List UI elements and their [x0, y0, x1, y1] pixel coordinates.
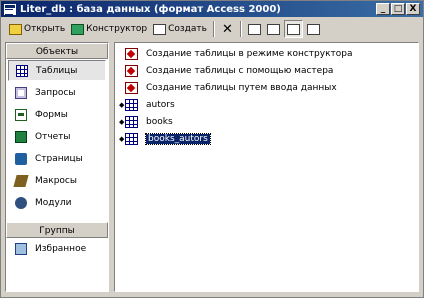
- sidebar-item-label: Отчеты: [35, 132, 71, 142]
- toolbar-separator: [239, 21, 242, 37]
- page-icon: [15, 153, 27, 165]
- list-item-label: autors: [146, 99, 175, 110]
- objects-bar: Объекты Таблицы Запросы Формы Отчеты Стр…: [5, 42, 109, 292]
- sidebar-item-forms[interactable]: Формы: [6, 104, 108, 126]
- delete-button[interactable]: ✕: [219, 20, 236, 38]
- sidebar-item-label: Модули: [35, 198, 72, 208]
- database-icon[interactable]: [3, 2, 17, 16]
- shortcut-arrow-icon: ◆: [119, 100, 125, 109]
- small-icons-view-button[interactable]: [265, 20, 282, 38]
- minimize-button[interactable]: _: [376, 3, 390, 15]
- module-icon: [15, 197, 27, 209]
- details-view-button[interactable]: [305, 20, 322, 38]
- table-icon: [125, 115, 138, 128]
- create-label: Создать: [168, 24, 207, 34]
- sidebar-item-label: Макросы: [35, 176, 77, 186]
- sidebar-item-label: Таблицы: [36, 65, 78, 76]
- report-icon: [15, 131, 27, 143]
- list-item[interactable]: ◆ books_autors: [115, 130, 418, 147]
- objects-header[interactable]: Объекты: [6, 43, 108, 59]
- table-icon: [125, 98, 138, 111]
- large-icons-view-button[interactable]: [246, 20, 263, 38]
- shortcut-arrow-icon: ◆: [119, 134, 125, 143]
- design-label: Конструктор: [86, 24, 148, 34]
- design-button[interactable]: Конструктор: [69, 20, 149, 38]
- wizard-icon: [125, 81, 138, 94]
- toolbar-separator: [212, 21, 215, 37]
- list-view-icon: [286, 23, 300, 35]
- small-icons-view-icon: [266, 23, 280, 35]
- sidebar-item-modules[interactable]: Модули: [6, 192, 108, 214]
- list-item[interactable]: ◆ autors: [115, 96, 418, 113]
- query-icon: [15, 87, 27, 99]
- table-icon: [125, 132, 138, 145]
- list-item[interactable]: ◆ books: [115, 113, 418, 130]
- sidebar-item-favorites[interactable]: Избранное: [6, 238, 108, 260]
- open-label: Открыть: [24, 24, 66, 34]
- database-body: Объекты Таблицы Запросы Формы Отчеты Стр…: [5, 42, 419, 292]
- open-button[interactable]: Открыть: [7, 20, 67, 38]
- design-icon: [71, 23, 85, 35]
- sidebar-item-label: Страницы: [35, 154, 83, 164]
- sidebar-item-label: Избранное: [35, 244, 87, 254]
- create-button[interactable]: Создать: [151, 20, 209, 38]
- list-item[interactable]: Создание таблицы в режиме конструктора: [115, 45, 418, 62]
- sidebar-item-pages[interactable]: Страницы: [6, 148, 108, 170]
- sidebar-item-label: Запросы: [35, 88, 76, 98]
- sidebar-item-reports[interactable]: Отчеты: [6, 126, 108, 148]
- list-item-label: Создание таблицы путем ввода данных: [146, 82, 337, 93]
- sidebar-item-label: Формы: [35, 110, 68, 120]
- sidebar-item-macros[interactable]: Макросы: [6, 170, 108, 192]
- details-view-icon: [306, 23, 320, 35]
- wizard-icon: [125, 47, 138, 60]
- list-item-label: books: [146, 116, 173, 127]
- macro-icon: [13, 175, 29, 187]
- maximize-button[interactable]: □: [391, 3, 405, 15]
- list-item[interactable]: Создание таблицы с помощью мастера: [115, 62, 418, 79]
- sidebar-item-tables[interactable]: Таблицы: [8, 60, 106, 81]
- open-icon: [9, 23, 22, 35]
- list-item-label: books_autors: [145, 132, 211, 145]
- list-view-button[interactable]: [283, 20, 303, 38]
- large-icons-view-icon: [247, 23, 261, 35]
- form-icon: [15, 109, 27, 121]
- object-list: Создание таблицы в режиме конструктора С…: [114, 42, 419, 292]
- favorites-icon: [15, 243, 27, 255]
- delete-icon: ✕: [221, 21, 233, 37]
- groups-header[interactable]: Группы: [6, 222, 108, 238]
- list-item-label: Создание таблицы в режиме конструктора: [146, 48, 353, 59]
- shortcut-arrow-icon: ◆: [119, 117, 125, 126]
- title-bar[interactable]: Liter_db : база данных (формат Access 20…: [1, 1, 423, 17]
- list-item[interactable]: Создание таблицы путем ввода данных: [115, 79, 418, 96]
- close-button[interactable]: X: [406, 3, 420, 15]
- create-icon: [153, 23, 167, 35]
- toolbar: Открыть Конструктор Создать ✕: [1, 18, 423, 40]
- list-item-label: Создание таблицы с помощью мастера: [146, 65, 334, 76]
- database-window: Liter_db : база данных (формат Access 20…: [0, 0, 424, 298]
- sidebar-item-queries[interactable]: Запросы: [6, 82, 108, 104]
- wizard-icon: [125, 64, 138, 77]
- table-icon: [16, 64, 28, 77]
- window-title: Liter_db : база данных (формат Access 20…: [20, 3, 281, 15]
